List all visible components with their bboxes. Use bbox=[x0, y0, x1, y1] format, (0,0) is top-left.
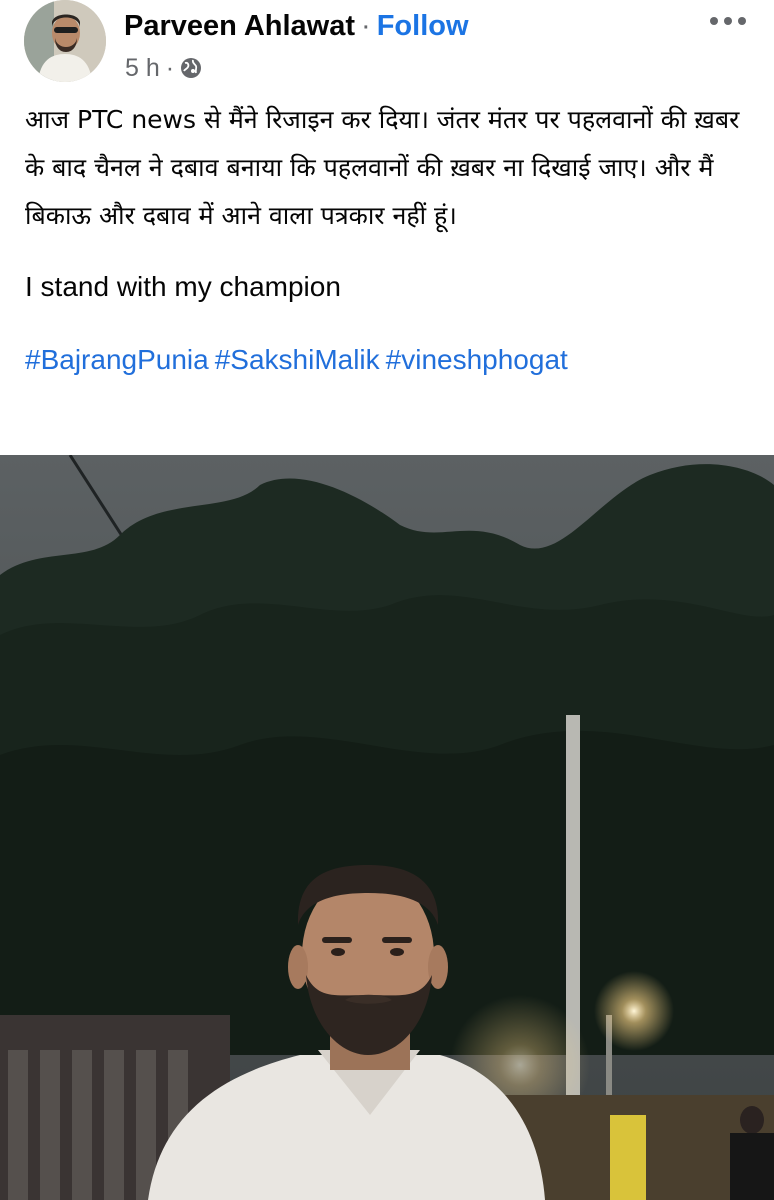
post-timestamp[interactable]: 5 h bbox=[125, 54, 160, 83]
post-body: आज PTC news से मैंने रिजाइन कर दिया। जंत… bbox=[25, 96, 755, 380]
post-text-english: I stand with my champion bbox=[25, 271, 341, 302]
follow-button[interactable]: Follow bbox=[377, 10, 469, 43]
hashtag-link[interactable]: #SakshiMalik bbox=[215, 344, 380, 375]
author-name[interactable]: Parveen Ahlawat bbox=[124, 10, 355, 43]
avatar[interactable] bbox=[24, 0, 106, 82]
hashtag-link[interactable]: #BajrangPunia bbox=[25, 344, 209, 375]
globe-icon[interactable] bbox=[180, 57, 202, 79]
post-meta: 5 h · bbox=[125, 53, 202, 83]
separator-dot: · bbox=[361, 9, 371, 42]
post-text-hindi: आज PTC news से मैंने रिजाइन कर दिया। जंत… bbox=[25, 105, 740, 230]
meta-separator: · bbox=[165, 53, 175, 82]
author-row: Parveen Ahlawat · Follow bbox=[124, 9, 469, 43]
hashtag-link[interactable]: #vineshphogat bbox=[386, 344, 568, 375]
post-header: Parveen Ahlawat · Follow 5 h · bbox=[0, 0, 774, 95]
post-photo[interactable] bbox=[0, 455, 774, 1200]
more-options-icon[interactable] bbox=[708, 9, 748, 33]
hashtag-list: #BajrangPunia #SakshiMalik #vineshphogat bbox=[25, 340, 755, 380]
